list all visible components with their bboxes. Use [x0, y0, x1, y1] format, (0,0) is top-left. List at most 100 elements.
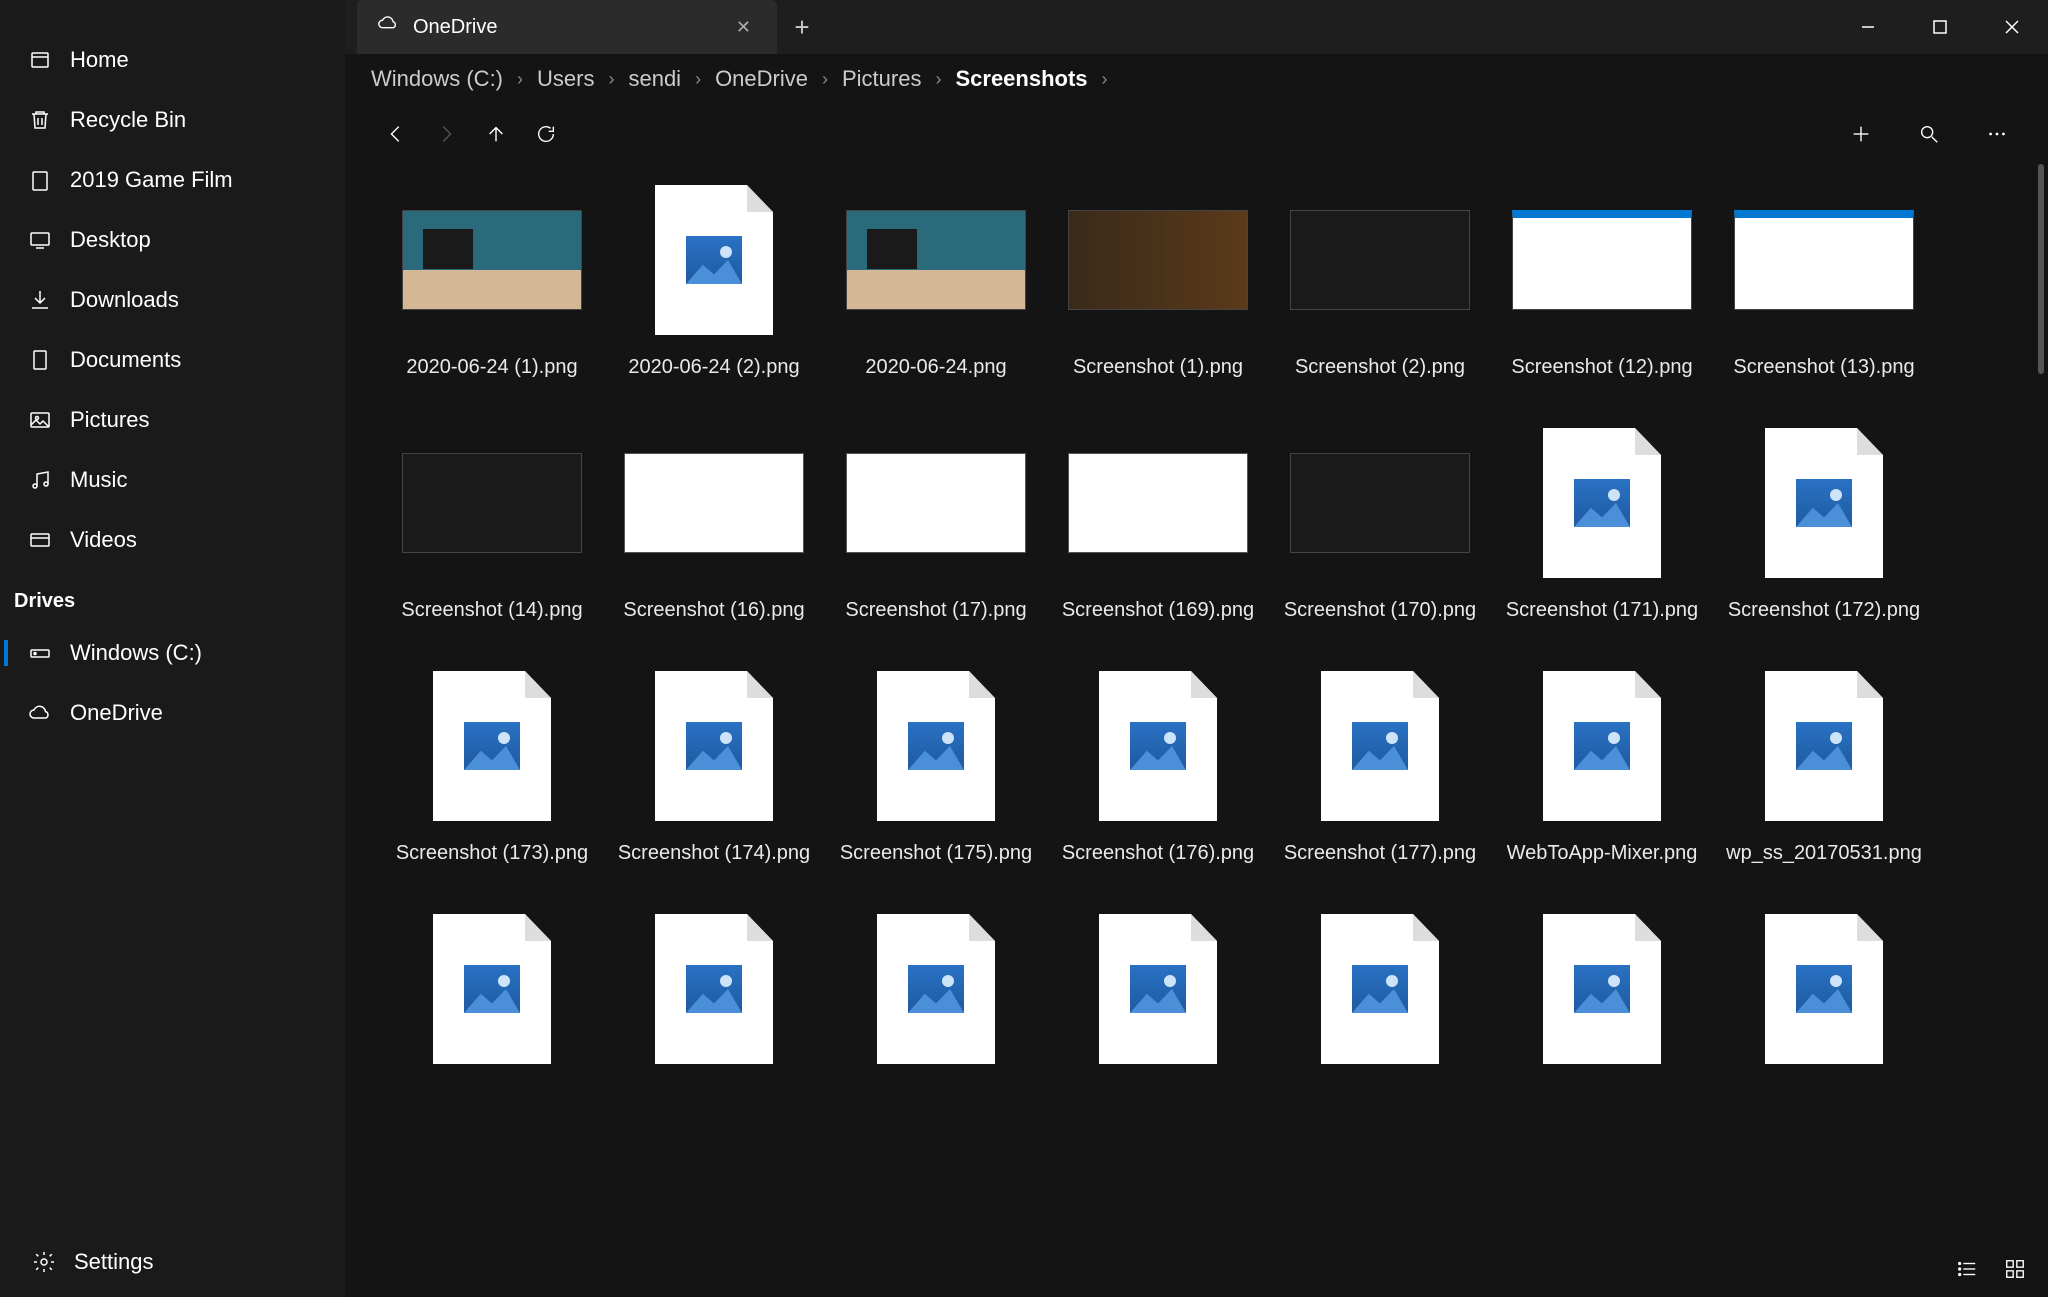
sidebar-drive-onedrive[interactable]: OneDrive [0, 683, 345, 743]
image-file-icon [1543, 671, 1661, 821]
file-item[interactable] [381, 903, 603, 1093]
file-item[interactable] [1713, 903, 1935, 1093]
file-name: Screenshot (1).png [1073, 356, 1243, 379]
file-name: Screenshot (172).png [1728, 599, 1920, 622]
download-icon [24, 288, 56, 312]
maximize-button[interactable] [1904, 0, 1976, 54]
chevron-right-icon: › [608, 69, 614, 90]
trash-icon [24, 108, 56, 132]
file-item[interactable]: Screenshot (16).png [603, 417, 825, 630]
file-item[interactable]: Screenshot (170).png [1269, 417, 1491, 630]
desktop-icon [24, 228, 56, 252]
breadcrumb-segment[interactable]: Screenshots [955, 66, 1087, 92]
sidebar-item-label: Home [70, 47, 129, 73]
file-item[interactable]: Screenshot (173).png [381, 660, 603, 873]
file-item[interactable]: Screenshot (2).png [1269, 174, 1491, 387]
file-item[interactable]: 2020-06-24 (2).png [603, 174, 825, 387]
file-item[interactable] [603, 903, 825, 1093]
file-item[interactable]: Screenshot (169).png [1047, 417, 1269, 630]
file-item[interactable]: Screenshot (176).png [1047, 660, 1269, 873]
file-name: Screenshot (174).png [618, 842, 810, 865]
toolbar [345, 104, 2048, 164]
more-button[interactable] [1972, 114, 2022, 154]
sidebar-item-label: Recycle Bin [70, 107, 186, 133]
close-window-button[interactable] [1976, 0, 2048, 54]
cloud-icon [377, 13, 399, 41]
file-name: Screenshot (170).png [1284, 599, 1476, 622]
folder-icon [24, 168, 56, 192]
add-button[interactable] [1836, 114, 1886, 154]
breadcrumb-segment[interactable]: OneDrive [715, 66, 808, 92]
image-file-icon [655, 914, 773, 1064]
breadcrumb-segment[interactable]: Windows (C:) [371, 66, 503, 92]
sidebar: Home Recycle Bin 2019 Game Film DesktopDown… [0, 0, 345, 1297]
tab-bar: OneDrive ✕ + [345, 0, 2048, 54]
sidebar-item-videos[interactable]: Videos [0, 510, 345, 570]
settings-button[interactable]: Settings [0, 1227, 345, 1297]
file-item[interactable] [1491, 903, 1713, 1093]
file-item[interactable]: Screenshot (1).png [1047, 174, 1269, 387]
sidebar-item-downloads[interactable]: Downloads [0, 270, 345, 330]
file-grid-container[interactable]: 2020-06-24 (1).png2020-06-24 (2).png2020… [345, 164, 2048, 1247]
file-name: Screenshot (13).png [1733, 356, 1914, 379]
refresh-button[interactable] [521, 114, 571, 154]
sidebar-item-music[interactable]: Music [0, 450, 345, 510]
file-item[interactable]: wp_ss_20170531.png [1713, 660, 1935, 873]
file-item[interactable]: Screenshot (13).png [1713, 174, 1935, 387]
minimize-button[interactable] [1832, 0, 1904, 54]
tab-label: OneDrive [413, 16, 730, 39]
thumbnail [1068, 453, 1248, 553]
up-button[interactable] [471, 114, 521, 154]
search-button[interactable] [1904, 114, 1954, 154]
drives-header: Drives [0, 570, 345, 623]
breadcrumb-segment[interactable]: Pictures [842, 66, 921, 92]
image-file-icon [1321, 671, 1439, 821]
file-item[interactable] [1047, 903, 1269, 1093]
file-item[interactable] [1269, 903, 1491, 1093]
file-item[interactable]: Screenshot (177).png [1269, 660, 1491, 873]
new-tab-button[interactable]: + [777, 12, 827, 43]
tiles-view-button[interactable] [2004, 1258, 2026, 1286]
details-view-button[interactable] [1956, 1258, 1978, 1286]
tab-onedrive[interactable]: OneDrive ✕ [357, 0, 777, 54]
breadcrumb-segment[interactable]: sendi [628, 66, 681, 92]
sidebar-item-2019-game-film[interactable]: 2019 Game Film [0, 150, 345, 210]
image-file-icon [655, 671, 773, 821]
sidebar-item-label: 2019 Game Film [70, 167, 233, 193]
scrollbar[interactable] [2038, 164, 2044, 374]
sidebar-item-home[interactable]: Home [0, 30, 345, 90]
file-item[interactable]: WebToApp-Mixer.png [1491, 660, 1713, 873]
file-item[interactable] [825, 903, 1047, 1093]
file-item[interactable]: 2020-06-24.png [825, 174, 1047, 387]
file-item[interactable]: Screenshot (174).png [603, 660, 825, 873]
cloud-icon [24, 701, 56, 725]
file-name: Screenshot (17).png [845, 599, 1026, 622]
sidebar-item-documents[interactable]: Documents [0, 330, 345, 390]
image-file-icon [1543, 428, 1661, 578]
file-item[interactable]: Screenshot (172).png [1713, 417, 1935, 630]
sidebar-item-desktop[interactable]: Desktop [0, 210, 345, 270]
thumbnail [1290, 453, 1470, 553]
back-button[interactable] [371, 114, 421, 154]
thumbnail [1068, 210, 1248, 310]
image-file-icon [1543, 914, 1661, 1064]
file-item[interactable]: Screenshot (175).png [825, 660, 1047, 873]
video-icon [24, 528, 56, 552]
window-controls [1832, 0, 2048, 54]
file-item[interactable]: Screenshot (171).png [1491, 417, 1713, 630]
thumbnail [846, 210, 1026, 310]
sidebar-drive-windows-c-[interactable]: Windows (C:) [0, 623, 345, 683]
close-tab-button[interactable]: ✕ [730, 11, 757, 44]
document-icon [24, 348, 56, 372]
file-item[interactable]: Screenshot (14).png [381, 417, 603, 630]
thumbnail [846, 453, 1026, 553]
image-file-icon [433, 671, 551, 821]
file-item[interactable]: Screenshot (12).png [1491, 174, 1713, 387]
file-item[interactable]: 2020-06-24 (1).png [381, 174, 603, 387]
forward-button[interactable] [421, 114, 471, 154]
sidebar-item-pictures[interactable]: Pictures [0, 390, 345, 450]
file-item[interactable]: Screenshot (17).png [825, 417, 1047, 630]
sidebar-item-recycle-bin[interactable]: Recycle Bin [0, 90, 345, 150]
breadcrumb-segment[interactable]: Users [537, 66, 594, 92]
sidebar-item-label: Documents [70, 347, 181, 373]
